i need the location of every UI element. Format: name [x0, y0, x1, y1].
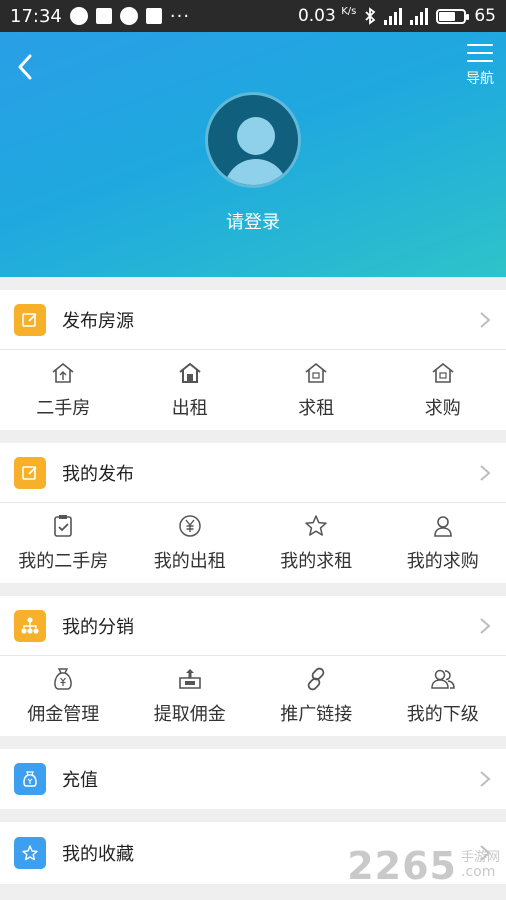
- publish-item-label: 求租: [298, 398, 335, 419]
- clipboard-check-icon: [54, 515, 73, 537]
- distribution-row[interactable]: 我的分销: [0, 596, 506, 656]
- my-posts-item-label: 我的求租: [280, 551, 353, 572]
- distribution-title: 我的分销: [62, 616, 134, 638]
- publish-title: 发布房源: [62, 310, 134, 332]
- my-posts-title: 我的发布: [62, 463, 134, 485]
- my-seek-rent-item[interactable]: 我的求租: [253, 503, 380, 583]
- house-seek-rent-icon: [305, 362, 327, 383]
- publish-item-secondhand[interactable]: 二手房: [0, 350, 127, 430]
- house-up-icon: [52, 362, 74, 383]
- publish-row[interactable]: 发布房源: [0, 290, 506, 350]
- my-posts-section: 我的发布 我的二手房 我的出租 我的求租 我的求购: [0, 443, 506, 583]
- home-notification-icon: [145, 8, 162, 24]
- watermark-site-top: 手游网: [460, 850, 500, 866]
- status-time: 17:34: [10, 5, 62, 27]
- withdraw-commission-item[interactable]: 提取佣金: [127, 656, 254, 736]
- login-link[interactable]: 请登录: [0, 208, 506, 234]
- bluetooth-icon: [365, 7, 376, 25]
- distribution-section: 我的分销 佣金管理 提取佣金 推广链接 我的下级: [0, 596, 506, 736]
- chat-notification-icon: [69, 7, 88, 25]
- org-chart-icon: [14, 609, 46, 642]
- distribution-item-label: 推广链接: [280, 704, 353, 725]
- withdraw-icon: [178, 669, 201, 689]
- person-icon: [433, 516, 452, 537]
- wallet-icon: [14, 763, 46, 795]
- app-notification-icon: [95, 8, 112, 24]
- house-rent-icon: [179, 362, 201, 383]
- avatar[interactable]: [205, 92, 301, 188]
- chevron-right-icon: [480, 464, 491, 481]
- distribution-item-label: 佣金管理: [27, 704, 100, 725]
- menu-icon: [467, 44, 493, 62]
- battery-icon: [436, 8, 470, 24]
- chevron-right-icon: [480, 617, 491, 634]
- recharge-row[interactable]: 充值: [0, 749, 506, 809]
- nav-label: 导航: [466, 71, 494, 87]
- signal-4g-icon: [384, 7, 403, 25]
- watermark-number: 2265: [347, 844, 457, 888]
- publish-section: 发布房源 二手房 出租 求租 求购: [0, 290, 506, 430]
- battery-level: 65: [474, 6, 496, 26]
- network-speed: 0.03 K/s: [297, 6, 357, 26]
- watermark-site-bottom: .com: [460, 864, 496, 881]
- recharge-section: 充值: [0, 749, 506, 809]
- chevron-right-icon: [480, 771, 491, 787]
- house-seek-buy-icon: [432, 362, 454, 383]
- star-icon: [14, 837, 46, 869]
- distribution-item-label: 提取佣金: [153, 704, 226, 725]
- publish-item-seek-rent[interactable]: 求租: [253, 350, 380, 430]
- star-icon: [305, 515, 327, 536]
- yen-circle-icon: [179, 515, 201, 537]
- my-posts-row[interactable]: 我的发布: [0, 443, 506, 503]
- chevron-right-icon: [480, 311, 491, 328]
- sync-notification-icon: [119, 7, 138, 25]
- more-notifications-icon: ···: [169, 5, 191, 27]
- link-icon: [307, 667, 325, 691]
- my-secondhand-item[interactable]: 我的二手房: [0, 503, 127, 583]
- publish-item-label: 求购: [424, 398, 461, 419]
- publish-item-label: 出租: [171, 398, 208, 419]
- nav-menu-button[interactable]: 导航: [460, 44, 500, 88]
- commission-manage-item[interactable]: 佣金管理: [0, 656, 127, 736]
- my-posts-item-label: 我的求购: [406, 551, 479, 572]
- my-posts-item-label: 我的出租: [153, 551, 226, 572]
- my-subordinates-item[interactable]: 我的下级: [380, 656, 506, 736]
- profile-header: 导航 请登录: [0, 32, 506, 277]
- status-bar: 17:34 ··· 0.03 K/s 65: [0, 0, 506, 32]
- my-posts-item-label: 我的二手房: [18, 551, 109, 572]
- edit-icon: [14, 456, 46, 489]
- money-bag-icon: [54, 668, 73, 690]
- publish-item-seek-buy[interactable]: 求购: [380, 350, 506, 430]
- distribution-item-label: 我的下级: [406, 704, 479, 725]
- my-seek-buy-item[interactable]: 我的求购: [380, 503, 506, 583]
- promo-link-item[interactable]: 推广链接: [253, 656, 380, 736]
- my-rent-item[interactable]: 我的出租: [127, 503, 254, 583]
- signal-3g-icon: [410, 7, 429, 25]
- users-icon: [430, 669, 455, 689]
- publish-item-rent[interactable]: 出租: [127, 350, 254, 430]
- publish-item-label: 二手房: [36, 398, 91, 419]
- watermark: 2265 手游网 .com: [347, 844, 500, 888]
- back-icon[interactable]: [12, 50, 42, 84]
- edit-icon: [14, 303, 46, 336]
- recharge-title: 充值: [62, 770, 98, 791]
